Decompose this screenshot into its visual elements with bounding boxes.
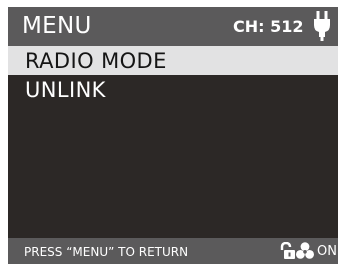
return-hint: PRESS “MENU” TO RETURN: [24, 245, 189, 259]
channel-indicator: CH: 512: [233, 17, 304, 36]
footer-bar: PRESS “MENU” TO RETURN ON: [8, 238, 338, 264]
menu-item-radio-mode[interactable]: RADIO MODE: [8, 46, 338, 75]
menu-item-label: UNLINK: [25, 78, 106, 102]
menu-item-unlink[interactable]: UNLINK: [8, 75, 338, 104]
menu-item-label: RADIO MODE: [25, 49, 167, 73]
fan-status-label: ON: [317, 244, 337, 259]
menu-title: MENU: [22, 13, 92, 39]
fan-icon: [296, 242, 314, 259]
menu-screen: MENU CH: 512 RADIO MODE UNLINK PRESS “ME…: [8, 7, 338, 264]
header-bar: MENU CH: 512: [8, 7, 338, 46]
unlock-icon: [280, 242, 295, 259]
plug-icon: [314, 11, 330, 41]
